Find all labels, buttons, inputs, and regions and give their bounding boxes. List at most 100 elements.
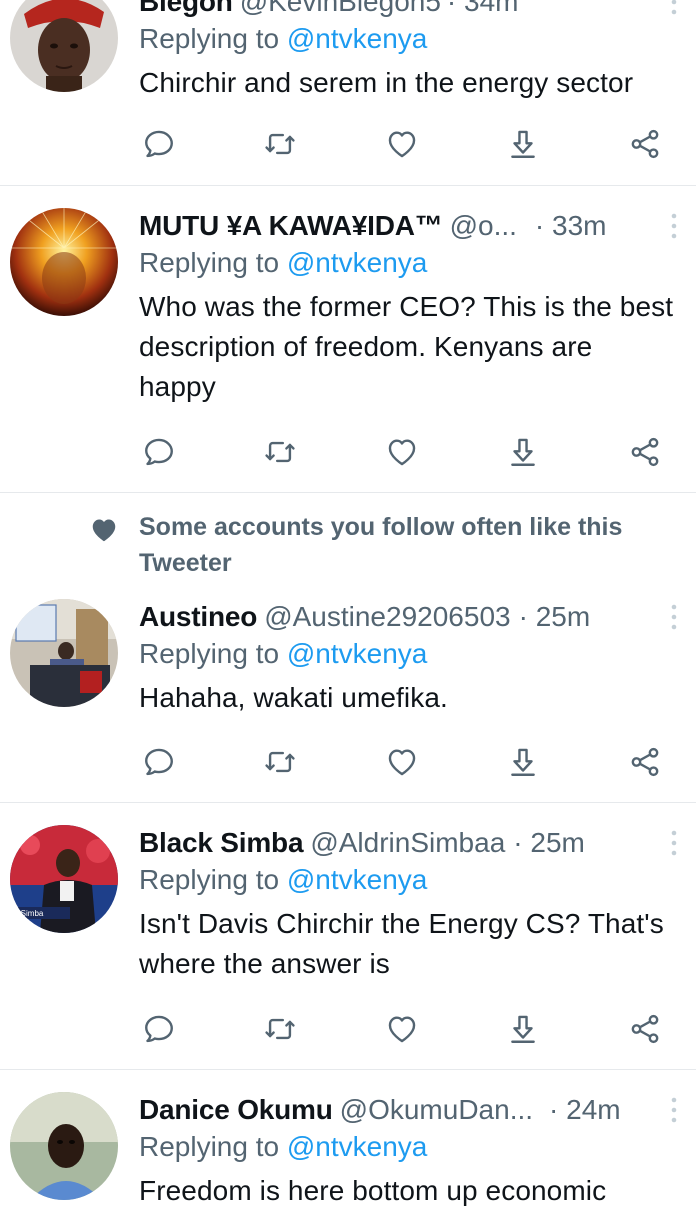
share-button[interactable] — [625, 432, 665, 472]
tweet-text: Chirchir and serem in the energy sector — [139, 67, 634, 98]
share-button[interactable] — [625, 124, 665, 164]
share-down-icon — [506, 127, 540, 161]
avatar-image-danice-okumu — [10, 1092, 118, 1200]
share-down-icon — [506, 1012, 540, 1046]
replying-to: Replying to @ntvkenya — [139, 862, 676, 898]
replying-prefix: Replying to — [139, 864, 280, 895]
timestamp[interactable]: · 25m — [519, 601, 591, 633]
reply-button[interactable] — [139, 432, 179, 472]
tweet-text: Isn't Davis Chirchir the Energy CS? That… — [139, 908, 664, 979]
replying-prefix: Replying to — [139, 23, 280, 54]
share-down-button[interactable] — [503, 432, 543, 472]
retweet-button[interactable] — [260, 1009, 300, 1049]
tweet-3[interactable]: o Simba Black Simba @AldrinSimbaa · 25m … — [0, 803, 696, 1070]
tweet-header: Biegon @KevinBiegon5 · 34m — [139, 0, 676, 20]
more-icon[interactable] — [664, 0, 684, 16]
avatar-image-austineo — [10, 599, 118, 707]
like-button[interactable] — [382, 1009, 422, 1049]
avatar-image-mutu — [10, 208, 118, 316]
retweet-button[interactable] — [260, 432, 300, 472]
share-icon — [628, 127, 662, 161]
more-icon[interactable] — [664, 829, 684, 857]
retweet-icon — [263, 745, 297, 779]
action-bar — [139, 432, 679, 472]
share-icon — [628, 745, 662, 779]
tweet-header: Black Simba @AldrinSimbaa · 25m — [139, 825, 676, 861]
tweet-0[interactable]: Biegon @KevinBiegon5 · 34m Replying to @… — [0, 0, 696, 186]
retweet-icon — [263, 435, 297, 469]
retweet-button[interactable] — [260, 124, 300, 164]
share-button[interactable] — [625, 742, 665, 782]
user-handle[interactable]: @o... — [450, 210, 517, 242]
mention-link[interactable]: @ntvkenya — [287, 864, 428, 895]
social-context-text: Some accounts you follow often like this… — [139, 513, 623, 577]
share-icon — [628, 1012, 662, 1046]
avatar[interactable] — [10, 1092, 118, 1200]
like-icon — [385, 127, 419, 161]
avatar[interactable] — [10, 208, 118, 316]
share-button[interactable] — [625, 1009, 665, 1049]
like-icon — [385, 745, 419, 779]
replying-to: Replying to @ntvkenya — [139, 1129, 676, 1165]
mention-link[interactable]: @ntvkenya — [287, 638, 428, 669]
replying-to: Replying to @ntvkenya — [139, 21, 676, 57]
display-name[interactable]: MUTU ¥A KAWA¥IDA™ — [139, 210, 443, 242]
timestamp[interactable]: · 24m — [549, 1094, 621, 1126]
replying-to: Replying to @ntvkenya — [139, 636, 676, 672]
avatar-image-black-simba: o Simba — [10, 825, 118, 933]
tweet-1[interactable]: MUTU ¥A KAWA¥IDA™ @o... · 33m Replying t… — [0, 186, 696, 493]
replying-prefix: Replying to — [139, 638, 280, 669]
user-handle[interactable]: @Austine29206503 — [264, 601, 510, 633]
display-name[interactable]: Black Simba — [139, 827, 304, 859]
mention-link[interactable]: @ntvkenya — [287, 23, 428, 54]
tweet-2[interactable]: Some accounts you follow often like this… — [0, 493, 696, 803]
user-handle[interactable]: @KevinBiegon5 — [240, 0, 441, 18]
tweet-header: Austineo @Austine29206503 · 25m — [139, 599, 676, 635]
timestamp[interactable]: · 25m — [513, 827, 585, 859]
reply-icon — [142, 745, 176, 779]
more-icon[interactable] — [664, 212, 684, 240]
timestamp[interactable]: · 33m — [535, 210, 607, 242]
mention-link[interactable]: @ntvkenya — [287, 247, 428, 278]
user-handle[interactable]: @AldrinSimbaa — [310, 827, 505, 859]
user-handle[interactable]: @OkumuDan... — [340, 1094, 533, 1126]
share-down-icon — [506, 435, 540, 469]
heart-icon — [92, 519, 116, 542]
tweet-header: MUTU ¥A KAWA¥IDA™ @o... · 33m — [139, 208, 676, 244]
display-name[interactable]: Danice Okumu — [139, 1094, 333, 1126]
tweet-text: Who was the former CEO? This is the best… — [139, 291, 674, 402]
reply-button[interactable] — [139, 124, 179, 164]
display-name[interactable]: Biegon — [139, 0, 233, 18]
action-bar — [139, 124, 679, 164]
share-down-button[interactable] — [503, 124, 543, 164]
action-bar — [139, 742, 679, 782]
display-name[interactable]: Austineo — [139, 601, 257, 633]
share-down-button[interactable] — [503, 1009, 543, 1049]
more-icon[interactable] — [664, 1096, 684, 1124]
avatar[interactable] — [10, 599, 118, 707]
replying-prefix: Replying to — [139, 1131, 280, 1162]
like-icon — [385, 435, 419, 469]
avatar[interactable] — [10, 0, 118, 92]
replying-prefix: Replying to — [139, 247, 280, 278]
replying-to: Replying to @ntvkenya — [139, 245, 676, 281]
share-icon — [628, 435, 662, 469]
avatar[interactable]: o Simba — [10, 825, 118, 933]
like-button[interactable] — [382, 432, 422, 472]
mention-link[interactable]: @ntvkenya — [287, 1131, 428, 1162]
like-button[interactable] — [382, 124, 422, 164]
share-down-button[interactable] — [503, 742, 543, 782]
reply-button[interactable] — [139, 742, 179, 782]
tweet-text: Hahaha, wakati umefika. — [139, 682, 448, 713]
retweet-button[interactable] — [260, 742, 300, 782]
reply-button[interactable] — [139, 1009, 179, 1049]
like-button[interactable] — [382, 742, 422, 782]
like-icon — [385, 1012, 419, 1046]
reply-icon — [142, 127, 176, 161]
timestamp[interactable]: · 34m — [447, 0, 519, 18]
tweet-4[interactable]: Danice Okumu @OkumuDan... · 24m Replying… — [0, 1070, 696, 1212]
tweet-text: Freedom is here bottom up economic — [139, 1175, 607, 1206]
share-down-icon — [506, 745, 540, 779]
retweet-icon — [263, 1012, 297, 1046]
more-icon[interactable] — [664, 603, 684, 631]
